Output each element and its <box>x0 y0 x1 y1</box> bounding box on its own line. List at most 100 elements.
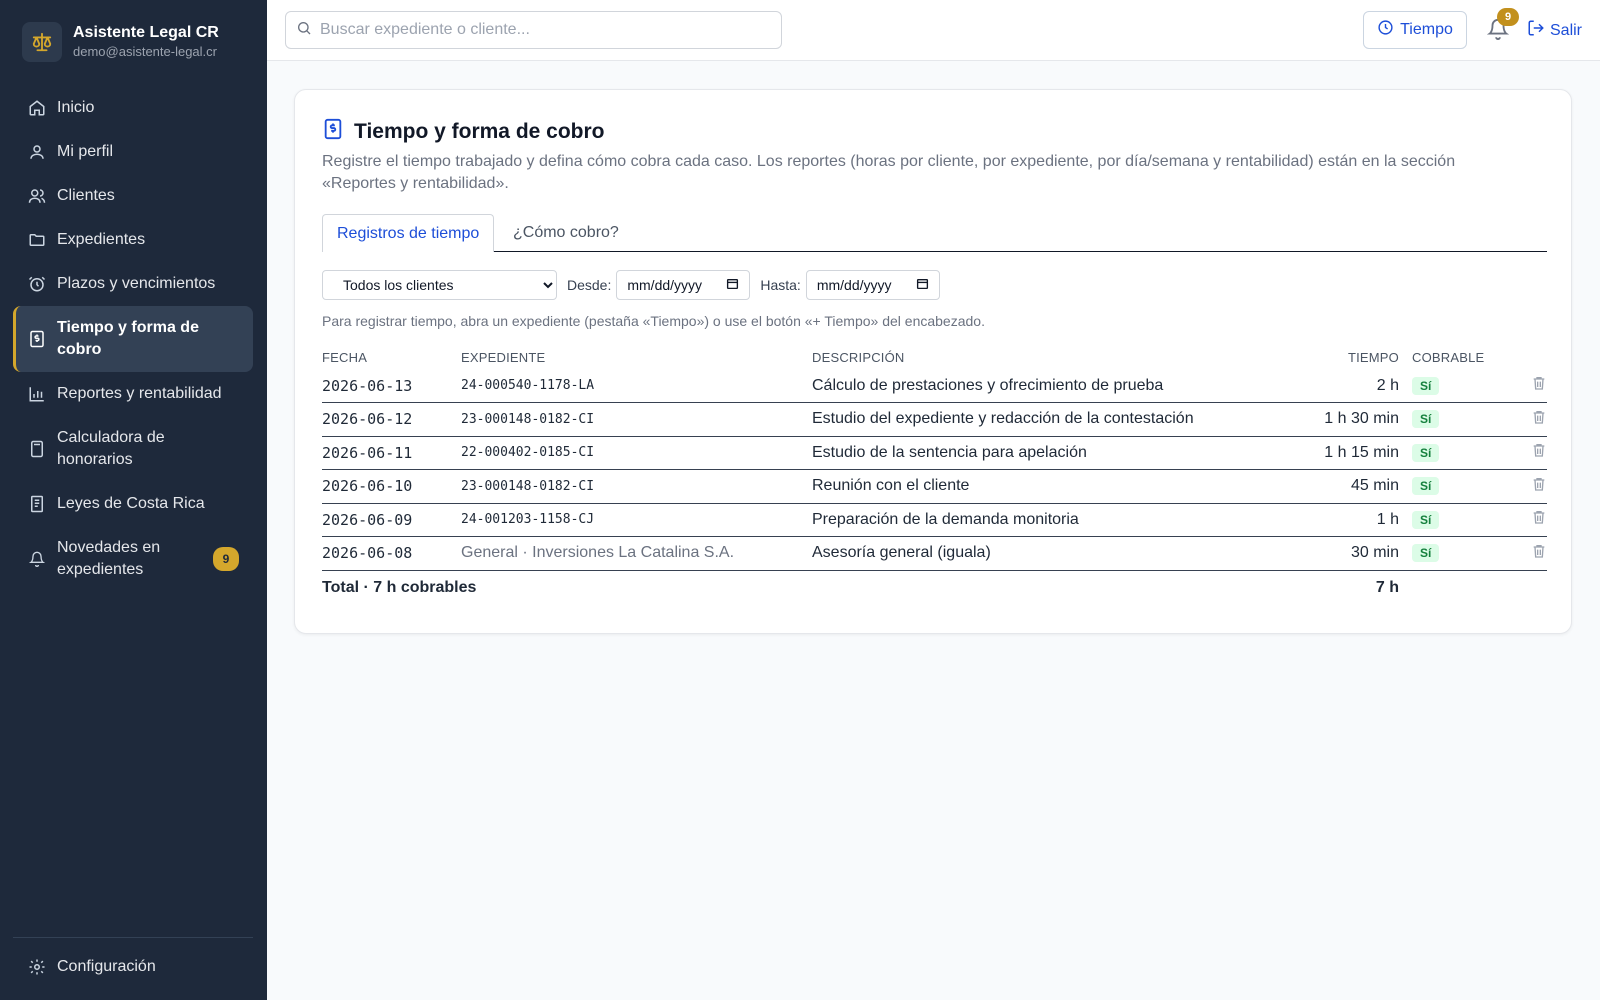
entry-billable-cell: Sí <box>1399 436 1499 470</box>
entry-billable-cell: Sí <box>1399 503 1499 537</box>
table-row[interactable]: 2026-06-10 23-000148-0182-CI Reunión con… <box>322 469 1547 504</box>
delete-entry-button[interactable] <box>1499 536 1547 571</box>
users-icon <box>27 186 47 206</box>
bar-chart-icon <box>27 384 47 404</box>
tab-como-cobro[interactable]: ¿Cómo cobro? <box>499 214 633 252</box>
sidebar-nav: Inicio Mi perfil Clientes Expedientes Pl… <box>13 86 253 592</box>
from-label: Desde: <box>567 277 612 293</box>
logout-button[interactable]: Salir <box>1527 19 1582 42</box>
user-icon <box>27 142 47 162</box>
entry-description: Reunión con el cliente <box>812 469 1292 504</box>
sidebar-item-reportes[interactable]: Reportes y rentabilidad <box>13 372 253 416</box>
delete-entry-button[interactable] <box>1499 469 1547 504</box>
from-date-input[interactable]: mm/dd/yyyy <box>616 270 751 300</box>
entry-billable-cell: Sí <box>1399 369 1499 403</box>
billable-badge: Sí <box>1412 410 1440 429</box>
sidebar: Asistente Legal CR demo@asistente-legal.… <box>0 0 267 1000</box>
page-title-text: Tiempo y forma de cobro <box>354 120 605 143</box>
billable-badge: Sí <box>1412 544 1440 563</box>
trash-icon <box>1531 444 1547 462</box>
table-row[interactable]: 2026-06-11 22-000402-0185-CI Estudio de … <box>322 436 1547 470</box>
sidebar-item-label: Configuración <box>57 958 156 975</box>
logout-icon <box>1527 19 1550 42</box>
billable-badge: Sí <box>1412 477 1440 496</box>
delete-entry-button[interactable] <box>1499 503 1547 537</box>
entry-description: Asesoría general (iguala) <box>812 536 1292 571</box>
delete-entry-button[interactable] <box>1499 402 1547 437</box>
client-filter-select[interactable]: Todos los clientes <box>322 270 557 300</box>
sidebar-item-label: Novedades en expedientes <box>57 539 161 578</box>
sidebar-item-inicio[interactable]: Inicio <box>13 86 253 130</box>
table-row[interactable]: 2026-06-12 23-000148-0182-CI Estudio del… <box>322 402 1547 437</box>
entry-time: 1 h 30 min <box>1292 402 1399 437</box>
total-time: 7 h <box>1375 579 1399 597</box>
entry-description: Preparación de la demanda monitoria <box>812 503 1292 537</box>
sidebar-item-label: Expedientes <box>57 231 146 248</box>
entry-billable-cell: Sí <box>1399 536 1499 571</box>
search-input[interactable] <box>320 21 760 39</box>
entry-date: 2026-06-13 <box>322 369 461 403</box>
entry-case[interactable]: 22-000402-0185-CI <box>461 436 812 470</box>
sidebar-item-leyes[interactable]: Leyes de Costa Rica <box>13 482 253 526</box>
notification-badge: 9 <box>213 547 239 571</box>
delete-entry-button[interactable] <box>1499 436 1547 470</box>
billable-badge: Sí <box>1412 376 1440 395</box>
entry-time: 30 min <box>1292 536 1399 571</box>
entry-description: Cálculo de prestaciones y ofrecimiento d… <box>812 369 1292 403</box>
calendar-icon <box>916 277 929 293</box>
user-email: demo@asistente-legal.cr <box>73 44 217 59</box>
sidebar-item-label: Tiempo y forma de cobro <box>57 319 199 358</box>
table-row[interactable]: 2026-06-09 24-001203-1158-CJ Preparación… <box>322 503 1547 537</box>
sidebar-divider <box>13 937 253 938</box>
column-header-tiempo: TIEMPO <box>1347 349 1399 365</box>
entry-date: 2026-06-10 <box>322 469 461 504</box>
entry-case[interactable]: 24-001203-1158-CJ <box>461 503 812 537</box>
entry-time: 2 h <box>1292 369 1399 403</box>
entry-case[interactable]: 23-000148-0182-CI <box>461 402 812 437</box>
sidebar-item-label: Calculadora de honorarios <box>57 429 165 468</box>
bell-icon <box>27 549 47 569</box>
table-row[interactable]: 2026-06-13 24-000540-1178-LA Cálculo de … <box>322 369 1547 403</box>
to-date-input[interactable]: mm/dd/yyyy <box>805 270 940 300</box>
entry-date: 2026-06-08 <box>322 536 461 571</box>
sidebar-item-clientes[interactable]: Clientes <box>13 174 253 218</box>
sidebar-item-label: Mi perfil <box>57 143 114 160</box>
trash-icon <box>1531 477 1547 496</box>
column-header-actions <box>1499 345 1547 369</box>
calculator-icon <box>27 439 47 459</box>
entry-date: 2026-06-11 <box>322 436 461 470</box>
time-button[interactable]: Tiempo <box>1363 11 1467 49</box>
notifications-count-badge: 9 <box>1497 8 1519 26</box>
search-box[interactable] <box>285 11 782 49</box>
entry-case[interactable]: 23-000148-0182-CI <box>461 469 812 504</box>
sidebar-item-configuracion[interactable]: Configuración <box>13 945 253 989</box>
logout-label: Salir <box>1550 21 1583 39</box>
sidebar-item-label: Reportes y rentabilidad <box>57 385 222 402</box>
scales-icon <box>22 22 62 62</box>
sidebar-item-mi-perfil[interactable]: Mi perfil <box>13 130 253 174</box>
sidebar-item-tiempo[interactable]: Tiempo y forma de cobro <box>13 306 253 372</box>
entry-date: 2026-06-12 <box>322 402 461 437</box>
home-icon <box>27 98 47 118</box>
entry-case[interactable]: General · Inversiones La Catalina S.A. <box>461 536 812 571</box>
table-row[interactable]: 2026-06-08 General · Inversiones La Cata… <box>322 536 1547 571</box>
time-button-label: Tiempo <box>1400 21 1453 38</box>
calendar-icon <box>726 277 739 293</box>
entry-date: 2026-06-09 <box>322 503 461 537</box>
folder-icon <box>27 230 47 250</box>
sidebar-item-label: Leyes de Costa Rica <box>57 495 205 512</box>
tabs: Registros de tiempo ¿Cómo cobro? <box>322 214 1547 252</box>
time-entries-table: FECHA EXPEDIENTE DESCRIPCIÓN TIEMPO COBR… <box>322 345 1547 606</box>
entry-case[interactable]: 24-000540-1178-LA <box>461 369 812 403</box>
sidebar-item-expedientes[interactable]: Expedientes <box>13 218 253 262</box>
total-spacer <box>1499 570 1547 606</box>
trash-icon <box>1531 410 1547 429</box>
tab-registros-de-tiempo[interactable]: Registros de tiempo <box>322 214 495 252</box>
sidebar-item-novedades[interactable]: Novedades en expedientes 9 <box>13 526 253 592</box>
sidebar-item-calculadora[interactable]: Calculadora de honorarios <box>13 416 253 482</box>
topbar: Tiempo 9 Salir <box>267 0 1600 61</box>
sidebar-item-plazos[interactable]: Plazos y vencimientos <box>13 262 253 306</box>
entry-description: Estudio del expediente y redacción de la… <box>812 402 1292 437</box>
delete-entry-button[interactable] <box>1499 369 1547 403</box>
entry-billable-cell: Sí <box>1399 402 1499 437</box>
